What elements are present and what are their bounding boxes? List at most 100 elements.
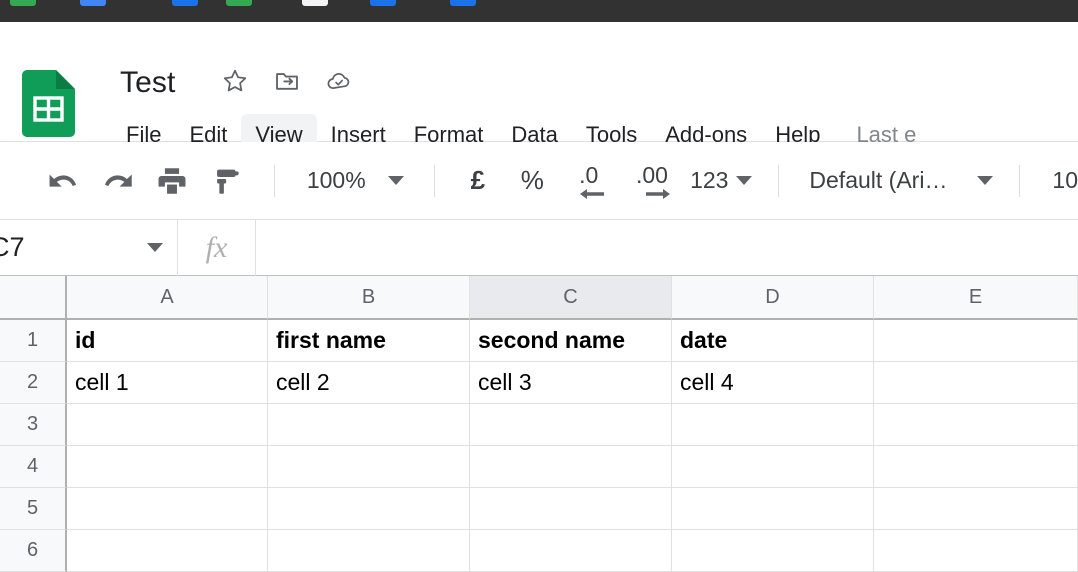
cell-C3[interactable] xyxy=(470,404,672,446)
column-header-row: ABCDE xyxy=(0,276,1078,320)
cell-E6[interactable] xyxy=(874,530,1078,572)
cell-E4[interactable] xyxy=(874,446,1078,488)
grid-row: 1 id first name second name date xyxy=(0,320,1078,362)
cell-D1[interactable]: date xyxy=(672,320,874,362)
decrease-decimal-label: .0 xyxy=(579,162,599,188)
formula-bar: C7 fx xyxy=(0,219,1078,276)
grid-row: 6 xyxy=(0,530,1078,572)
app-icon-4[interactable] xyxy=(226,0,252,6)
grid-row: 2 cell 1 cell 2 cell 3 cell 4 xyxy=(0,362,1078,404)
percent-symbol: % xyxy=(520,165,544,195)
app-icon-5[interactable] xyxy=(302,0,328,6)
chevron-down-icon xyxy=(736,176,753,185)
name-box-value: C7 xyxy=(0,232,25,262)
cell-A6[interactable] xyxy=(67,530,268,572)
app-icon-1[interactable] xyxy=(10,0,36,6)
cell-E2[interactable] xyxy=(874,362,1078,404)
cell-C2[interactable]: cell 3 xyxy=(470,362,672,404)
move-to-folder-icon[interactable] xyxy=(274,68,300,94)
cell-B5[interactable] xyxy=(268,488,470,530)
font-size-input[interactable]: 10 xyxy=(1052,153,1078,209)
cell-C6[interactable] xyxy=(470,530,672,572)
spreadsheet-grid[interactable]: A B C D E 1 id first name second name date 2 cell 1… xyxy=(0,276,1078,572)
cell-D4[interactable] xyxy=(672,446,874,488)
chevron-down-icon xyxy=(387,176,404,185)
cell-C1[interactable]: second name xyxy=(470,320,672,362)
app-icon-7[interactable] xyxy=(450,0,476,6)
cloud-saved-icon[interactable] xyxy=(326,68,352,94)
cell-A1[interactable]: id xyxy=(67,320,268,362)
arrow-right-icon xyxy=(645,188,670,199)
number-format-dropdown[interactable]: 123 xyxy=(690,153,753,209)
column-header-b[interactable]: B xyxy=(268,276,470,320)
decrease-decimal-button[interactable]: .0 xyxy=(564,153,614,209)
title-action-icons xyxy=(222,68,352,94)
column-header-a[interactable]: A xyxy=(67,276,268,320)
cell-D5[interactable] xyxy=(672,488,874,530)
os-taskbar xyxy=(0,0,1078,22)
cell-B4[interactable] xyxy=(268,446,470,488)
zoom-dropdown[interactable]: 100% xyxy=(307,153,404,209)
cell-C5[interactable] xyxy=(470,488,672,530)
fx-label: fx xyxy=(205,230,228,264)
app-icon-2[interactable] xyxy=(80,0,106,6)
paint-format-button[interactable] xyxy=(203,153,249,209)
cell-B3[interactable] xyxy=(268,404,470,446)
cell-A5[interactable] xyxy=(67,488,268,530)
print-button[interactable] xyxy=(149,153,195,209)
chevron-down-icon xyxy=(977,176,994,185)
cell-E1[interactable] xyxy=(874,320,1078,362)
star-icon[interactable] xyxy=(222,68,248,94)
undo-button[interactable] xyxy=(40,153,86,209)
column-header-c[interactable]: C xyxy=(470,276,672,320)
grid-row: 3 xyxy=(0,404,1078,446)
toolbar-separator-2 xyxy=(433,164,435,197)
grid-row: 5 xyxy=(0,488,1078,530)
increase-decimal-button[interactable]: .00 xyxy=(624,153,680,209)
cell-D3[interactable] xyxy=(672,404,874,446)
currency-format-button[interactable]: £ xyxy=(455,153,501,209)
number-format-label: 123 xyxy=(690,167,729,193)
cell-E3[interactable] xyxy=(874,404,1078,446)
cell-A4[interactable] xyxy=(67,446,268,488)
row-header-3[interactable]: 3 xyxy=(0,404,67,446)
font-family-value: Default (Ari… xyxy=(809,167,948,193)
toolbar-separator-1 xyxy=(273,164,275,197)
cell-B2[interactable]: cell 2 xyxy=(268,362,470,404)
cell-A2[interactable]: cell 1 xyxy=(67,362,268,404)
font-size-value: 10 xyxy=(1052,167,1078,193)
cell-E5[interactable] xyxy=(874,488,1078,530)
arrow-left-icon xyxy=(579,188,604,199)
select-all-corner[interactable] xyxy=(0,276,67,320)
document-title[interactable]: Test xyxy=(120,66,175,100)
cell-C4[interactable] xyxy=(470,446,672,488)
name-box[interactable]: C7 xyxy=(0,219,178,276)
column-header-d[interactable]: D xyxy=(672,276,874,320)
percent-format-button[interactable]: % xyxy=(509,153,555,209)
row-header-5[interactable]: 5 xyxy=(0,488,67,530)
toolbar: 100% £ % .0 .00 123 Default (Ari… 10 xyxy=(0,142,1078,220)
font-family-dropdown[interactable]: Default (Ari… xyxy=(809,153,994,209)
toolbar-separator-4 xyxy=(1019,164,1021,197)
row-header-6[interactable]: 6 xyxy=(0,530,67,572)
row-header-2[interactable]: 2 xyxy=(0,362,67,404)
google-sheets-logo[interactable] xyxy=(22,70,75,137)
row-header-4[interactable]: 4 xyxy=(0,446,67,488)
app-icon-6[interactable] xyxy=(370,0,396,6)
row-header-1[interactable]: 1 xyxy=(0,320,67,362)
column-header-e[interactable]: E xyxy=(874,276,1078,320)
app-icon-3[interactable] xyxy=(172,0,198,6)
cell-D2[interactable]: cell 4 xyxy=(672,362,874,404)
app-header: Test File Edit View Insert Format Data Tools Ad… xyxy=(0,22,1078,156)
cell-A3[interactable] xyxy=(67,404,268,446)
zoom-value: 100% xyxy=(306,167,366,193)
formula-input[interactable] xyxy=(256,220,1078,276)
grid-row: 4 xyxy=(0,446,1078,488)
increase-decimal-label: .00 xyxy=(636,162,668,188)
cell-B6[interactable] xyxy=(268,530,470,572)
cell-D6[interactable] xyxy=(672,530,874,572)
redo-button[interactable] xyxy=(94,153,140,209)
fx-icon[interactable]: fx xyxy=(178,219,256,276)
chevron-down-icon xyxy=(147,243,163,252)
cell-B1[interactable]: first name xyxy=(268,320,470,362)
